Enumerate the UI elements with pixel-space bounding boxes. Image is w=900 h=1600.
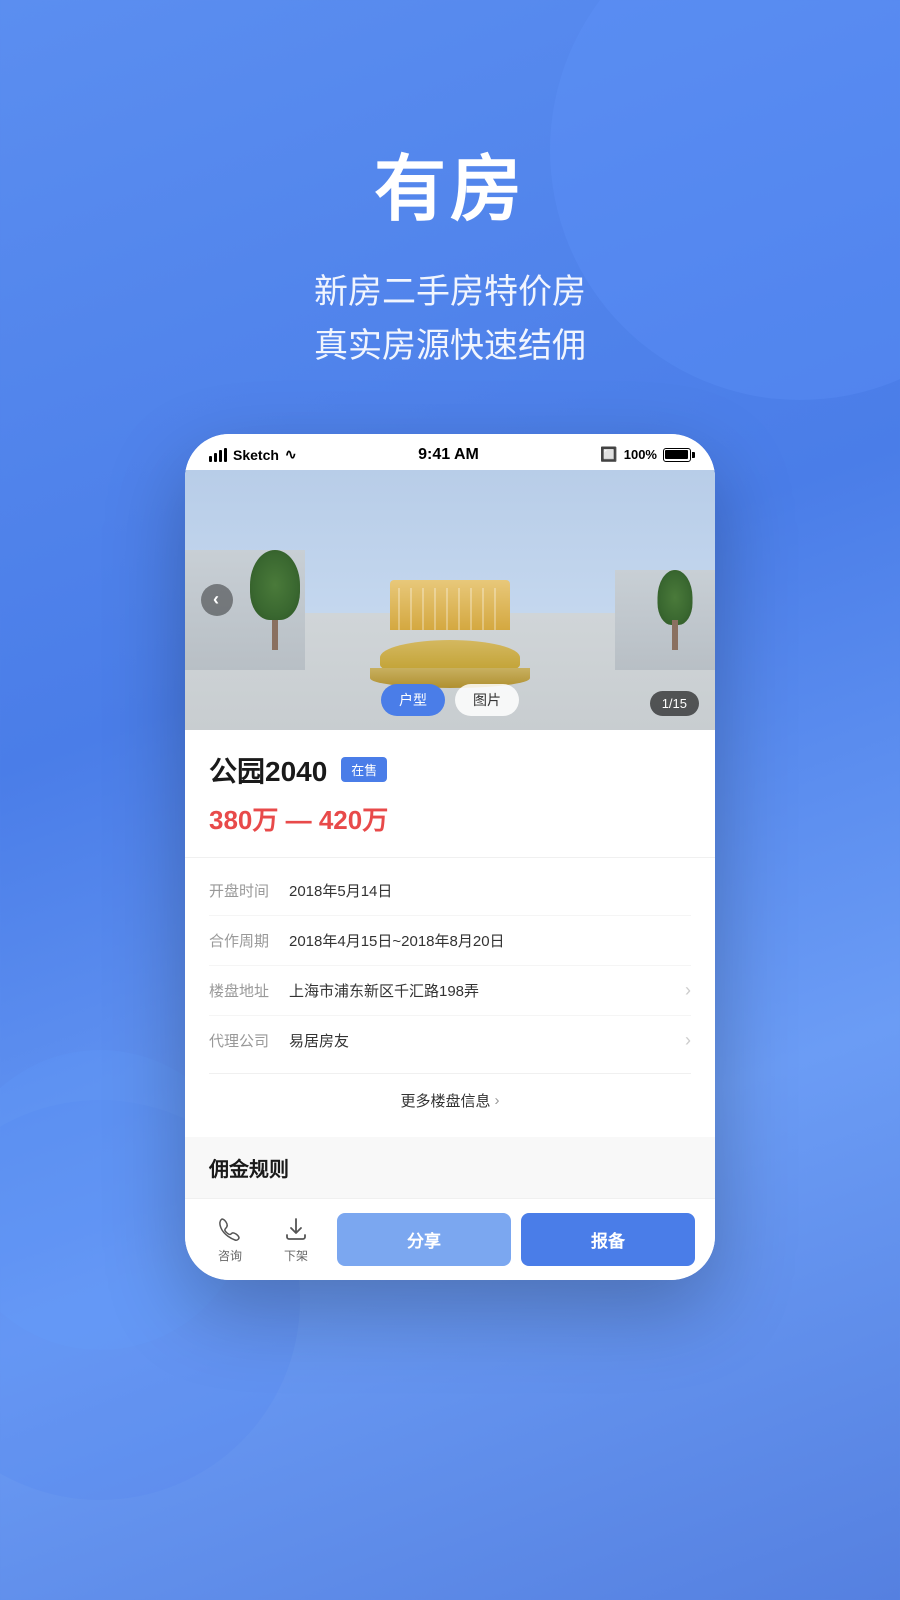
action-buttons-group: 分享 报备 [337,1213,695,1266]
property-info-section: 公园2040 在售 380万 — 420万 开盘时间 2018年5月14日 合作… [185,730,715,1127]
report-button[interactable]: 报备 [521,1213,695,1266]
share-button[interactable]: 分享 [337,1213,511,1266]
address-label: 楼盘地址 [209,980,289,1001]
status-right: 🔲 100% [600,446,691,463]
image-counter: 1/15 [650,691,699,716]
commission-title: 佣金规则 [209,1153,691,1182]
battery-icon [663,448,691,462]
open-date-row: 开盘时间 2018年5月14日 [209,866,691,916]
chevron-left-icon: ‹ [213,589,219,610]
image-type-controls: 户型 图片 [381,684,519,716]
app-title: 有房 [0,130,900,235]
delist-label: 下架 [284,1247,308,1264]
info-rows: 开盘时间 2018年5月14日 合作周期 2018年4月15日~2018年8月2… [209,858,691,1073]
address-value: 上海市浦东新区千汇路198弄 [289,980,685,1001]
property-title-row: 公园2040 在售 [209,750,691,790]
open-date-value: 2018年5月14日 [289,880,691,901]
agent-row[interactable]: 代理公司 易居房友 › [209,1016,691,1065]
property-name: 公园2040 [209,750,327,790]
property-status-tag: 在售 [341,757,387,782]
building-center [390,580,510,630]
battery-percent: 100% [624,447,657,462]
phone-container: Sketch ∿ 9:41 AM 🔲 100% [0,434,900,1280]
phone-mockup: Sketch ∿ 9:41 AM 🔲 100% [185,434,715,1280]
property-image: ‹ 户型 图片 1/15 [185,470,715,730]
more-info-link[interactable]: 更多楼盘信息 › [209,1073,691,1127]
app-subtitle: 新房二手房特价房 真实房源快速结佣 [0,265,900,374]
subtitle-line1: 新房二手房特价房 [0,265,900,319]
agent-label: 代理公司 [209,1030,289,1051]
tree-left [245,550,305,650]
bluetooth-icon: 🔲 [600,446,617,463]
phone-icon [216,1215,244,1243]
bottom-action-bar: 咨询 下架 分享 报备 [185,1198,715,1280]
consult-button[interactable]: 咨询 [205,1215,255,1264]
commission-section: 佣金规则 [185,1137,715,1198]
subtitle-line2: 真实房源快速结佣 [0,319,900,373]
floor-plan-button[interactable]: 户型 [381,684,445,716]
coop-period-value: 2018年4月15日~2018年8月20日 [289,930,691,951]
delist-icon [282,1215,310,1243]
agent-value: 易居房友 [289,1030,685,1051]
more-info-text: 更多楼盘信息 [400,1090,490,1111]
status-time: 9:41 AM [418,446,479,464]
coop-period-label: 合作周期 [209,930,289,951]
tree-right [655,570,695,650]
more-arrow-icon: › [495,1092,500,1109]
signal-icon [209,448,227,462]
consult-label: 咨询 [218,1247,242,1264]
agent-arrow-icon: › [685,1030,691,1051]
carrier-label: Sketch [233,447,279,463]
status-bar: Sketch ∿ 9:41 AM 🔲 100% [185,434,715,470]
wifi-icon: ∿ [285,446,297,463]
property-price: 380万 — 420万 [209,800,691,837]
address-arrow-icon: › [685,980,691,1001]
open-date-label: 开盘时间 [209,880,289,901]
address-row[interactable]: 楼盘地址 上海市浦东新区千汇路198弄 › [209,966,691,1016]
status-left: Sketch ∿ [209,446,297,463]
battery-fill [665,450,688,459]
back-button[interactable]: ‹ [201,584,233,616]
header-section: 有房 新房二手房特价房 真实房源快速结佣 [0,0,900,434]
photos-button[interactable]: 图片 [455,684,519,716]
delist-button[interactable]: 下架 [271,1215,321,1264]
coop-period-row: 合作周期 2018年4月15日~2018年8月20日 [209,916,691,966]
